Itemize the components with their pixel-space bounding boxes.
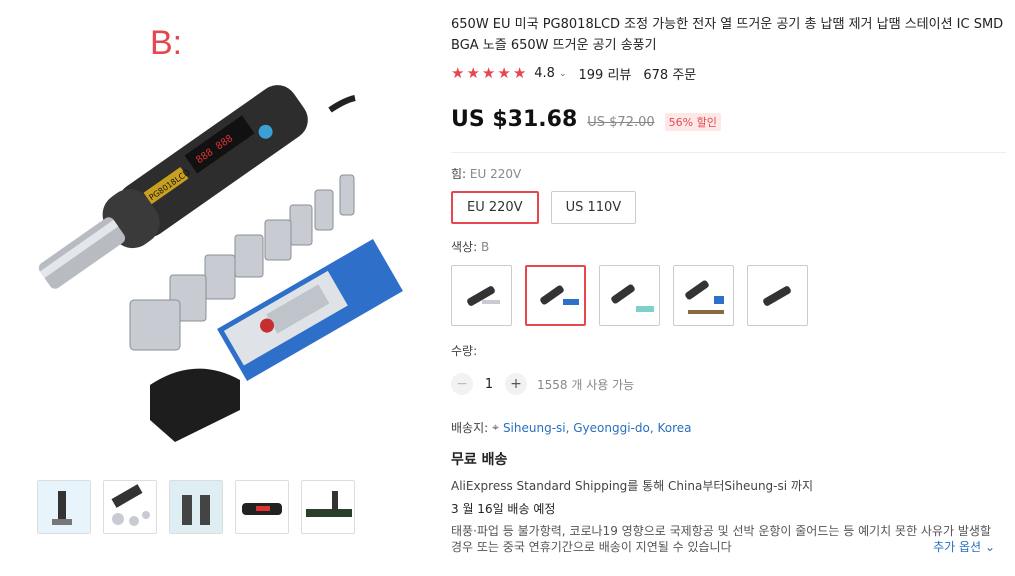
color-swatch-d[interactable] bbox=[673, 265, 734, 326]
color-swatch-a[interactable] bbox=[451, 265, 512, 326]
quantity-label: 수량: bbox=[451, 344, 478, 358]
rating-value[interactable]: 4.8 bbox=[534, 66, 555, 81]
star-icon: ★ bbox=[481, 64, 496, 82]
quantity-minus-button[interactable]: − bbox=[451, 373, 473, 395]
reviews-count[interactable]: 199 리뷰 bbox=[579, 64, 632, 83]
color-swatch-b[interactable] bbox=[525, 265, 586, 326]
product-thumbnail[interactable] bbox=[301, 480, 355, 534]
star-icon: ★ bbox=[451, 64, 465, 82]
chevron-down-icon[interactable]: ⌄ bbox=[559, 69, 567, 79]
product-info: 650W EU 미국 PG8018LCD 조정 가능한 전자 열 뜨거운 공기 … bbox=[451, 14, 1006, 555]
shipping-method: AliExpress Standard Shipping를 통해 China부터… bbox=[451, 479, 813, 493]
swatch-c-icon bbox=[611, 284, 654, 312]
color-swatch-e[interactable] bbox=[747, 265, 808, 326]
product-thumbnail[interactable] bbox=[37, 480, 91, 534]
more-options-link[interactable]: 추가 옵션 ⌄ bbox=[929, 539, 995, 555]
product-thumbnail[interactable] bbox=[103, 480, 157, 534]
power-options: EU 220V US 110V bbox=[451, 191, 1006, 224]
orders-count: 678 주문 bbox=[643, 68, 697, 83]
location-pin-icon: ⌖ bbox=[492, 420, 499, 434]
shipping-note-text: 태풍·파업 등 불가항력, 코로나19 영향으로 국제항공 및 선박 운항이 줄… bbox=[451, 524, 991, 554]
quantity-plus-button[interactable]: + bbox=[505, 373, 527, 395]
product-thumb-3-icon bbox=[170, 481, 222, 533]
rating-stars: ★ ★ ★ ★ ★ bbox=[451, 66, 526, 81]
ship-to-row: 배송지: ⌖ Siheung-si, Gyeonggi-do, Korea bbox=[451, 419, 1006, 436]
power-label: 힘: bbox=[451, 167, 467, 181]
divider bbox=[451, 152, 1006, 153]
star-icon: ★ bbox=[512, 64, 527, 82]
star-icon: ★ bbox=[497, 64, 511, 82]
swatch-a-icon bbox=[467, 286, 500, 306]
available-count: 1558 개 사용 가능 bbox=[537, 377, 635, 392]
power-selected-value: EU 220V bbox=[469, 167, 522, 181]
product-thumbnail[interactable] bbox=[169, 480, 223, 534]
color-label-row: 색상: B bbox=[451, 238, 1006, 255]
discount-badge: 56% 할인 bbox=[664, 113, 721, 131]
power-option-eu220v[interactable]: EU 220V bbox=[451, 191, 539, 224]
product-thumb-4-icon bbox=[242, 503, 282, 515]
thumbnail-strip bbox=[37, 480, 355, 534]
product-thumb-1-icon bbox=[38, 481, 90, 533]
color-options bbox=[451, 265, 1006, 326]
power-option-us110v[interactable]: US 110V bbox=[550, 191, 637, 224]
product-title: 650W EU 미국 PG8018LCD 조정 가능한 전자 열 뜨거운 공기 … bbox=[451, 17, 1004, 53]
product-thumb-5-icon bbox=[306, 491, 352, 517]
swatch-e-icon bbox=[763, 286, 791, 306]
main-product-image[interactable]: 888 888 PG8018LCD B: bbox=[10, 10, 435, 465]
quantity-value[interactable]: 1 bbox=[473, 377, 505, 392]
power-label-row: 힘: EU 220V bbox=[451, 165, 1006, 182]
ship-to-label: 배송지: bbox=[451, 421, 489, 435]
color-selected-value: B bbox=[480, 240, 490, 254]
more-options-label: 추가 옵션 bbox=[933, 540, 982, 554]
rating-row: ★ ★ ★ ★ ★ 4.8 ⌄ 199 리뷰 678 주문 bbox=[451, 64, 1006, 84]
swatch-b-icon bbox=[540, 285, 579, 305]
variant-letter: B: bbox=[150, 24, 183, 62]
price-row: US $31.68 US $72.00 56% 할인 bbox=[451, 107, 1006, 132]
color-label: 색상: bbox=[451, 240, 478, 254]
current-price: US $31.68 bbox=[451, 107, 578, 132]
heat-gun-kit-illustration: 888 888 PG8018LCD bbox=[38, 85, 403, 442]
delivery-date: 3 월 16일 배송 예정 bbox=[451, 502, 556, 516]
product-thumbnail[interactable] bbox=[235, 480, 289, 534]
star-icon: ★ bbox=[466, 64, 480, 82]
product-thumb-2-icon bbox=[111, 484, 150, 526]
color-swatch-c[interactable] bbox=[599, 265, 660, 326]
chevron-down-icon: ⌄ bbox=[984, 540, 995, 554]
quantity-stepper: − 1 + 1558 개 사용 가능 bbox=[451, 373, 1006, 395]
ship-to-location-link[interactable]: Siheung-si, Gyeonggi-do, Korea bbox=[503, 421, 692, 435]
swatch-d-icon bbox=[685, 280, 724, 314]
shipping-note: 태풍·파업 등 불가항력, 코로나19 영향으로 국제항공 및 선박 운항이 줄… bbox=[451, 523, 999, 555]
shipping-title: 무료 배송 bbox=[451, 452, 508, 468]
original-price: US $72.00 bbox=[587, 115, 655, 130]
